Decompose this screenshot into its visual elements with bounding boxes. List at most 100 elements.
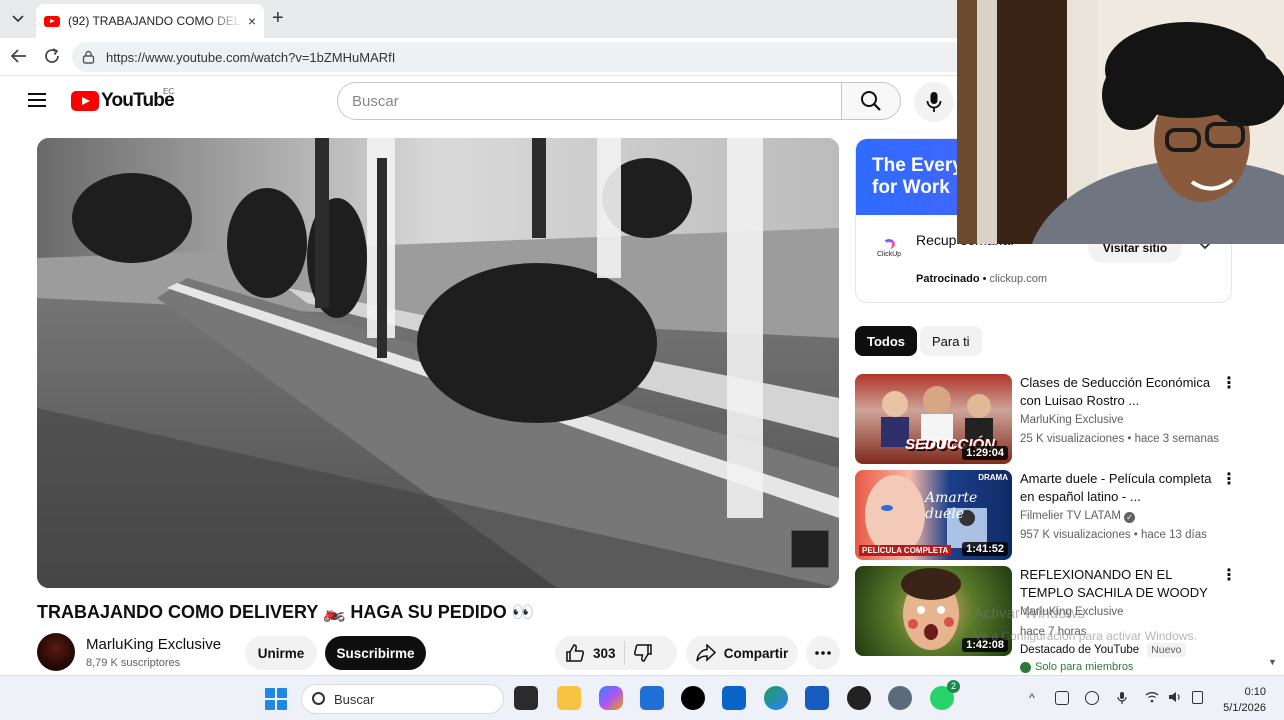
- share-icon: [695, 644, 716, 662]
- like-divider: [623, 641, 625, 665]
- recommendation-title[interactable]: REFLEXIONANDO EN EL TEMPLO SACHILA DE WO…: [1020, 566, 1215, 602]
- taskbar-search[interactable]: Buscar: [301, 684, 504, 714]
- windows-activation-watermark: Activar Windows Ve a Configuración para …: [974, 603, 1197, 647]
- clickup-mark-icon: [883, 238, 895, 249]
- edge-browser-icon[interactable]: [764, 686, 788, 710]
- clickup-logo: ClickUp: [872, 231, 906, 265]
- youtube-play-icon: [71, 91, 99, 111]
- new-tab-icon[interactable]: +: [272, 8, 284, 28]
- taskbar-search-label: Buscar: [334, 691, 375, 707]
- file-explorer-icon[interactable]: [557, 686, 581, 710]
- microphone-tray-icon[interactable]: [1115, 691, 1129, 705]
- webcam-feed: [957, 0, 1284, 244]
- microsoft-store-icon[interactable]: [640, 686, 664, 710]
- video-thumbnail[interactable]: DRAMA Amarte duele PELÍCULA COMPLETA 1:4…: [855, 470, 1012, 560]
- video-duration: 1:29:04: [962, 446, 1008, 460]
- more-vertical-icon[interactable]: ⋮: [1221, 376, 1237, 392]
- activation-line-1: Activar Windows: [974, 605, 1085, 622]
- voice-search-button[interactable]: [914, 82, 954, 122]
- windows-start-icon[interactable]: [265, 688, 287, 710]
- recommendation-item[interactable]: DRAMA Amarte duele PELÍCULA COMPLETA 1:4…: [855, 470, 1237, 560]
- settings-gear-icon[interactable]: [888, 686, 912, 710]
- tray-overflow-chevron-icon[interactable]: ^: [1025, 691, 1039, 705]
- channel-avatar[interactable]: [37, 633, 75, 671]
- recommendation-meta: 957 K visualizaciones • hace 13 días: [1020, 529, 1207, 541]
- members-star-icon: [1020, 661, 1031, 673]
- more-actions-button[interactable]: [806, 636, 840, 670]
- youtube-logo[interactable]: YouTube EC: [71, 87, 175, 112]
- address-bar[interactable]: https://www.youtube.com/watch?v=1bZMHuMA…: [72, 42, 972, 72]
- like-button[interactable]: 303: [555, 643, 616, 663]
- windows-taskbar: Buscar 2 ^ 0:10 5/1/2026: [0, 675, 1284, 720]
- thumbs-down-icon: [633, 644, 652, 662]
- channel-watermark-avatar[interactable]: [791, 530, 829, 568]
- ad-banner-text: The Every for Work: [872, 155, 963, 198]
- clock-date: 5/1/2026: [1223, 702, 1266, 714]
- join-button[interactable]: Unirme: [245, 636, 317, 670]
- recommendation-title[interactable]: Amarte duele - Película completa en espa…: [1020, 470, 1215, 506]
- sync-icon[interactable]: [1055, 691, 1069, 705]
- ad-logo-label: ClickUp: [876, 250, 902, 258]
- more-vertical-icon[interactable]: ⋮: [1221, 568, 1237, 584]
- share-button[interactable]: Compartir: [686, 636, 798, 670]
- volume-icon[interactable]: [1168, 691, 1182, 705]
- tab-close-icon[interactable]: ×: [248, 13, 256, 29]
- search-icon: [861, 91, 881, 111]
- recommendation-item[interactable]: SEDUCCIÓN 1:29:04 Clases de Seducción Ec…: [855, 374, 1237, 464]
- share-label: Compartir: [723, 645, 789, 661]
- recommendation-channel[interactable]: Filmelier TV LATAM ✓: [1020, 510, 1135, 523]
- menu-icon[interactable]: [28, 93, 46, 107]
- verified-check-icon: ✓: [1123, 512, 1135, 523]
- tiktok-icon[interactable]: [681, 686, 705, 710]
- video-player[interactable]: [37, 138, 839, 588]
- url-text: https://www.youtube.com/watch?v=1bZMHuMA…: [106, 49, 396, 65]
- recommendation-channel[interactable]: MarluKing Exclusive: [1020, 414, 1124, 426]
- search-input[interactable]: Buscar: [337, 82, 841, 120]
- wifi-icon[interactable]: [1145, 691, 1159, 705]
- thumbs-up-icon: [566, 644, 585, 662]
- microphone-icon: [926, 92, 942, 112]
- members-only-badge: Solo para miembros: [1020, 661, 1133, 673]
- search-button[interactable]: [841, 82, 901, 120]
- task-view-icon[interactable]: [514, 686, 538, 710]
- subscriber-count: 8,79 K suscriptores: [86, 657, 181, 669]
- video-frame: [37, 138, 839, 588]
- more-horizontal-icon: [815, 651, 831, 655]
- scrollbar-down-arrow-icon[interactable]: ▼: [1268, 657, 1277, 667]
- country-code: EC: [163, 87, 175, 96]
- browser-tab-active[interactable]: (92) TRABAJANDO COMO DELIVERY ×: [36, 4, 264, 38]
- youtube-favicon-icon: [44, 15, 60, 27]
- channel-name-text: Filmelier TV LATAM: [1020, 510, 1121, 522]
- word-icon[interactable]: [805, 686, 829, 710]
- site-info-icon[interactable]: [82, 50, 96, 64]
- search-icon: [312, 692, 325, 705]
- tab-list-chevron-icon[interactable]: [6, 7, 30, 31]
- tab-title: (92) TRABAJANDO COMO DELIVERY: [68, 14, 242, 28]
- recording-app-icon[interactable]: [847, 686, 871, 710]
- outlook-icon[interactable]: [722, 686, 746, 710]
- battery-icon[interactable]: [1192, 691, 1203, 704]
- video-thumbnail[interactable]: SEDUCCIÓN 1:29:04: [855, 374, 1012, 464]
- back-arrow-icon[interactable]: [9, 47, 29, 67]
- whatsapp-icon[interactable]: 2: [930, 680, 960, 710]
- ad-domain: clickup.com: [989, 273, 1048, 285]
- like-dislike-group: 303: [555, 636, 677, 670]
- ad-sponsored-line: Patrocinado • clickup.com: [916, 273, 1048, 285]
- thumbnail-tag: DRAMA: [978, 473, 1008, 482]
- taskbar-clock[interactable]: 0:10 5/1/2026: [1222, 684, 1266, 716]
- reload-icon[interactable]: [42, 47, 62, 67]
- copilot-icon[interactable]: [599, 686, 623, 710]
- thumbnail-bottom-text: PELÍCULA COMPLETA: [859, 545, 952, 556]
- chip-todos[interactable]: Todos: [855, 326, 918, 356]
- more-vertical-icon[interactable]: ⋮: [1221, 472, 1237, 488]
- channel-name[interactable]: MarluKing Exclusive: [86, 636, 221, 653]
- members-only-label: Solo para miembros: [1035, 661, 1134, 673]
- webcam-overlay: [957, 0, 1284, 244]
- subscribe-button[interactable]: Suscribirme: [325, 636, 426, 670]
- recommendation-title[interactable]: Clases de Seducción Económica con Luisao…: [1020, 374, 1215, 410]
- chip-para-ti[interactable]: Para ti: [920, 326, 982, 356]
- dislike-button[interactable]: [633, 643, 653, 663]
- video-duration: 1:41:52: [962, 542, 1008, 556]
- video-title: TRABAJANDO COMO DELIVERY 🏍️ HAGA SU PEDI…: [37, 602, 535, 622]
- network-status-icon[interactable]: [1085, 691, 1099, 705]
